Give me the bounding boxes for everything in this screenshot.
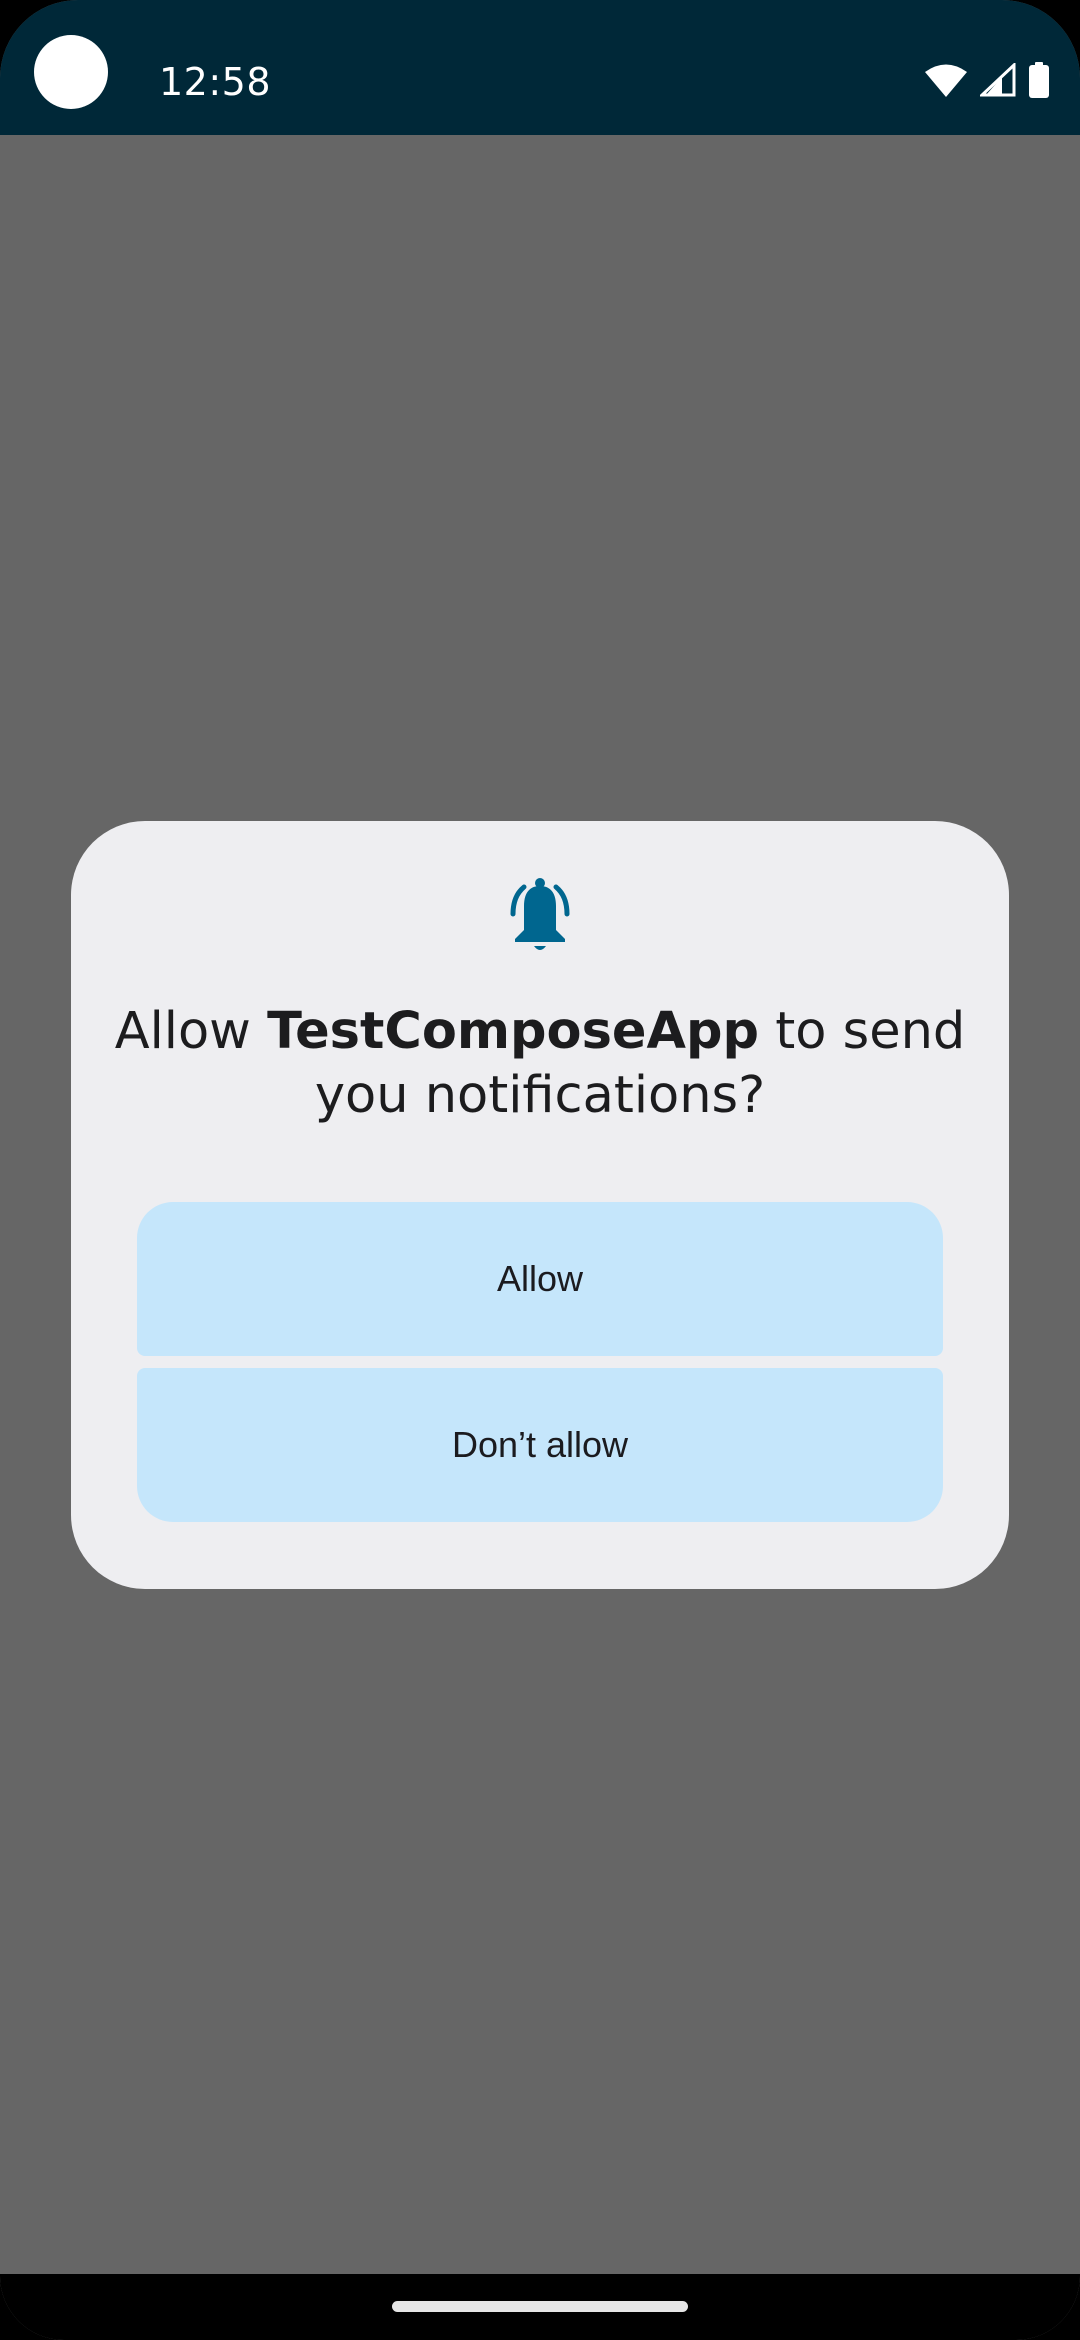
- wifi-icon: [924, 63, 968, 97]
- battery-icon: [1028, 62, 1050, 98]
- phone-screen: 12:58 Allow TestComposeApp to send you n…: [0, 0, 1080, 2340]
- permission-prompt-text: Allow TestComposeApp to send you notific…: [100, 1000, 980, 1128]
- dont-allow-button-label: Don’t allow: [451, 1424, 629, 1465]
- status-bar: 12:58: [0, 0, 1080, 135]
- camera-cutout: [34, 35, 108, 109]
- dont-allow-button[interactable]: Don’t allow: [137, 1368, 943, 1522]
- notification-bell-icon: [500, 876, 580, 956]
- cellular-signal-icon: [980, 63, 1016, 97]
- prompt-prefix: Allow: [114, 1002, 268, 1061]
- status-icons: [924, 58, 1050, 102]
- status-clock: 12:58: [159, 60, 272, 104]
- home-gesture-handle[interactable]: [392, 2301, 688, 2312]
- app-name: TestComposeApp: [267, 1002, 759, 1061]
- allow-button-label: Allow: [496, 1258, 584, 1299]
- allow-button[interactable]: Allow: [137, 1202, 943, 1356]
